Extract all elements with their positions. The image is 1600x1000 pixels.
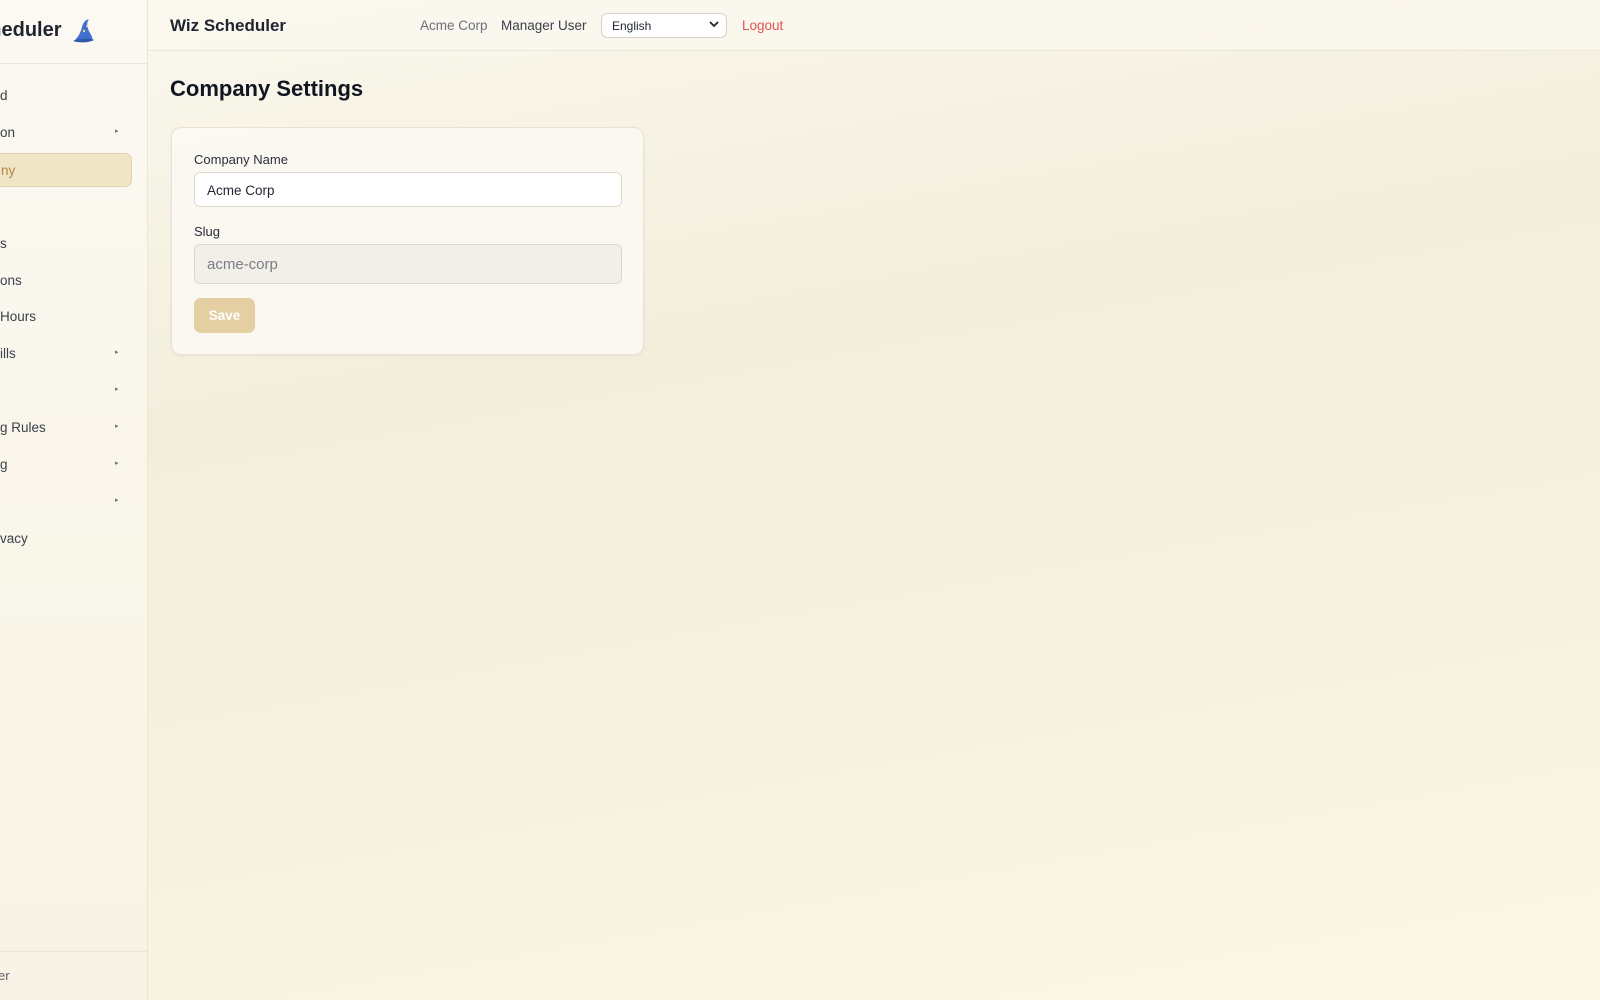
company-name[interactable]: Acme Corp [420, 18, 488, 33]
sidebar-item-label: ons [0, 273, 22, 288]
sidebar-item-label: s [0, 236, 7, 251]
sidebar-item-label: Hours [0, 309, 37, 324]
sidebar-item-item-10[interactable]: ▸ [0, 485, 147, 519]
sidebar-item-label: ills [0, 346, 16, 361]
sidebar-footer: er [0, 951, 147, 1000]
language-value: English [612, 19, 652, 33]
sidebar-item-dashboard[interactable]: d [0, 79, 147, 113]
footer-label: er [0, 968, 10, 983]
sidebar-item-label: g [0, 457, 8, 472]
sidebar-item-privacy[interactable]: vacy [0, 522, 147, 556]
caret-right-icon: ▸ [115, 423, 119, 430]
sidebar-item-label: vacy [0, 531, 28, 546]
sidebar-item-label: on [0, 125, 16, 140]
sidebar-item-label: ny [1, 163, 16, 178]
sidebar-item-positions[interactable]: ons [0, 264, 147, 298]
sidebar-item-company[interactable]: ny [0, 153, 132, 187]
sidebar-item-skills[interactable]: ills ▸ [0, 337, 147, 371]
caret-right-icon: ▸ [115, 386, 119, 393]
caret-right-icon: ▸ [115, 128, 119, 135]
chevron-down-icon [709, 21, 719, 27]
sidebar: Wiz Scheduler don▸nysonsHoursills▸▸g Rul… [0, 0, 148, 1000]
brand-name: Wiz Scheduler [0, 19, 62, 41]
app-title: Wiz Scheduler [170, 16, 287, 35]
caret-right-icon: ▸ [115, 349, 119, 356]
slug-input: acme-corp [194, 244, 622, 284]
slug-label: Slug [194, 224, 221, 239]
company-settings-card: Company Name Acme Corp Slug acme-corp Sa… [171, 127, 644, 355]
sidebar-item-label: d [0, 88, 8, 103]
save-button[interactable]: Save [194, 298, 255, 333]
company-name-label: Company Name [194, 152, 288, 167]
page-title: Company Settings [170, 76, 364, 101]
sidebar-item-employees[interactable]: s [0, 227, 147, 261]
sidebar-item-item-7[interactable]: ▸ [0, 374, 147, 408]
sidebar-item-organization[interactable]: on ▸ [0, 116, 147, 150]
sidebar-item-opening-hours[interactable]: Hours [0, 300, 147, 334]
logout-link[interactable]: Logout [742, 18, 783, 33]
caret-right-icon: ▸ [115, 460, 119, 467]
brand[interactable]: Wiz Scheduler [0, 0, 147, 64]
sidebar-item-scheduling[interactable]: g ▸ [0, 448, 147, 482]
company-name-input[interactable]: Acme Corp [194, 172, 622, 207]
sidebar-item-scheduling-rules[interactable]: g Rules ▸ [0, 411, 147, 445]
caret-right-icon: ▸ [115, 497, 119, 504]
top-header: Wiz Scheduler Acme Corp Manager User Eng… [148, 0, 1600, 51]
language-select[interactable]: English [601, 13, 727, 38]
user-name[interactable]: Manager User [501, 18, 587, 33]
sidebar-item-label: g Rules [0, 420, 46, 435]
wizard-hat-icon [73, 19, 94, 43]
